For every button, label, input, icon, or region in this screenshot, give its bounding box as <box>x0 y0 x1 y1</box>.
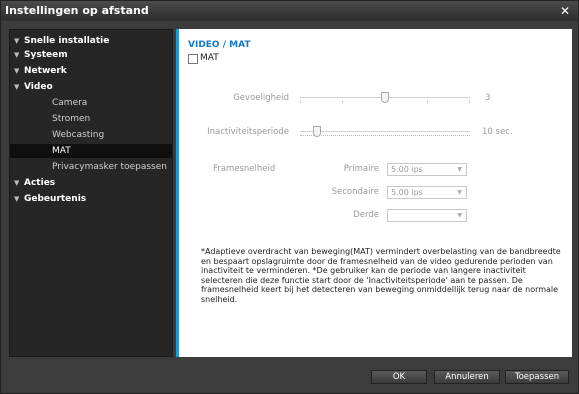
cancel-button[interactable]: Annuleren <box>434 370 500 384</box>
third-framerate-select[interactable]: ▼ <box>387 209 467 222</box>
dialog-footer: OK Annuleren Toepassen <box>1 357 578 393</box>
apply-button[interactable]: Toepassen <box>505 370 569 384</box>
expand-arrow-icon: ▼ <box>14 195 20 203</box>
nav-label: Video <box>24 82 53 92</box>
nav-item-webcasting[interactable]: Webcasting <box>10 128 172 142</box>
nav-label: Systeem <box>24 50 68 60</box>
mat-checkbox-label: MAT <box>200 53 219 63</box>
nav-item-stromen[interactable]: Stromen <box>10 112 172 126</box>
expand-arrow-icon: ▼ <box>14 83 20 91</box>
slider-tick <box>342 100 343 103</box>
page-title: VIDEO / MAT <box>188 40 251 50</box>
expand-arrow-icon: ▼ <box>14 51 20 59</box>
nav-item-camera[interactable]: Camera <box>10 96 172 110</box>
inactivity-label: Inactiviteitsperiode <box>207 127 289 137</box>
nav-item-netwerk[interactable]: ▼ Netwerk <box>10 64 172 78</box>
slider-tick <box>469 100 470 103</box>
nav-item-snelle-installatie[interactable]: ▼ Snelle installatie <box>10 34 172 48</box>
sensitivity-label: Gevoeligheid <box>233 93 289 103</box>
chevron-down-icon: ▼ <box>457 166 462 173</box>
primary-framerate-select[interactable]: 5.00 ips ▼ <box>387 163 467 176</box>
mat-description: *Adaptieve overdracht van beweging(MAT) … <box>201 247 561 304</box>
settings-panel: VIDEO / MAT MAT Gevoeligheid 3 Inactivit… <box>176 29 572 357</box>
slider-ticks <box>300 135 470 137</box>
mat-checkbox[interactable] <box>188 54 198 64</box>
ok-button[interactable]: OK <box>371 370 427 384</box>
title-bar: Instellingen op afstand ✕ <box>1 1 578 21</box>
expand-arrow-icon: ▼ <box>14 67 20 75</box>
window-title: Instellingen op afstand <box>5 4 149 17</box>
close-icon[interactable]: ✕ <box>560 1 570 21</box>
nav-item-video[interactable]: ▼ Video <box>10 80 172 94</box>
nav-item-systeem[interactable]: ▼ Systeem <box>10 48 172 62</box>
nav-item-mat[interactable]: MAT <box>10 144 172 158</box>
select-value: 5.00 ips <box>391 165 423 174</box>
remote-settings-window: Instellingen op afstand ✕ ▼ Snelle insta… <box>0 0 579 394</box>
chevron-down-icon: ▼ <box>457 212 462 219</box>
inactivity-value: 10 sec. <box>482 127 513 137</box>
nav-label: Netwerk <box>24 66 67 76</box>
slider-tick <box>427 100 428 103</box>
nav-item-privacymasker[interactable]: Privacymasker toepassen <box>10 160 172 174</box>
nav-item-gebeurtenis[interactable]: ▼ Gebeurtenis <box>10 192 172 206</box>
nav-item-acties[interactable]: ▼ Acties <box>10 176 172 190</box>
secondary-label: Secondaire <box>331 187 379 197</box>
sensitivity-slider-thumb[interactable] <box>381 92 389 103</box>
nav-label: Snelle installatie <box>24 36 110 46</box>
framerate-label: Framesnelheid <box>213 164 276 174</box>
expand-arrow-icon: ▼ <box>14 179 20 187</box>
nav-label: Gebeurtenis <box>24 194 87 204</box>
slider-tick <box>300 100 301 103</box>
chevron-down-icon: ▼ <box>457 189 462 196</box>
settings-nav-tree: ▼ Snelle installatie ▼ Systeem ▼ Netwerk… <box>9 29 173 357</box>
secondary-framerate-select[interactable]: 5.00 ips ▼ <box>387 186 467 199</box>
primary-label: Primaire <box>343 164 379 174</box>
select-value: 5.00 ips <box>391 188 423 197</box>
third-label: Derde <box>353 210 379 220</box>
expand-arrow-icon: ▼ <box>14 37 20 45</box>
inactivity-slider-track[interactable] <box>300 131 470 132</box>
nav-label: Acties <box>24 178 56 188</box>
sensitivity-value: 3 <box>485 93 491 103</box>
inactivity-slider-thumb[interactable] <box>313 126 321 137</box>
